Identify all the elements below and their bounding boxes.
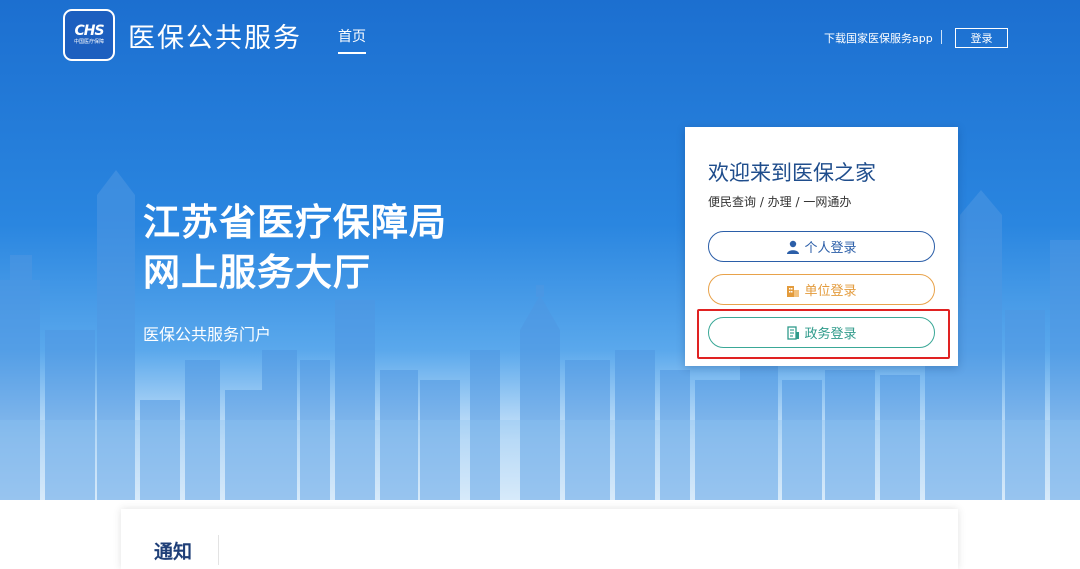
- hero-title-line2: 网上服务大厅: [143, 251, 371, 294]
- user-icon: [786, 240, 800, 254]
- logo-subtext: 中国医疗保障: [73, 39, 104, 45]
- header-divider: [941, 30, 942, 44]
- top-header: CHS 中国医疗保障 医保公共服务 首页 下载国家医保服务app 登录: [0, 0, 1080, 70]
- login-card-subtitle: 便民查询 / 办理 / 一网通办: [708, 195, 852, 209]
- site-title[interactable]: 医保公共服务: [128, 16, 302, 55]
- nav-home[interactable]: 首页: [338, 26, 366, 54]
- login-card-title: 欢迎来到医保之家: [708, 161, 876, 185]
- personal-login-button[interactable]: 个人登录: [708, 231, 935, 262]
- notice-divider: [218, 535, 219, 565]
- chs-logo[interactable]: CHS 中国医疗保障: [63, 9, 115, 61]
- unit-login-label: 单位登录: [804, 284, 857, 299]
- unit-login-button[interactable]: 单位登录: [708, 274, 935, 305]
- notice-panel: 通知: [121, 509, 958, 569]
- personal-login-label: 个人登录: [804, 241, 857, 256]
- notice-title: 通知: [154, 541, 193, 563]
- header-login-button[interactable]: 登录: [955, 28, 1008, 48]
- logo-text: CHS: [74, 23, 104, 39]
- download-app-link[interactable]: 下载国家医保服务app: [824, 30, 933, 46]
- hero-title: 江苏省医疗保障局 网上服务大厅: [143, 198, 447, 298]
- building-icon: [786, 283, 800, 297]
- hero-subtitle: 医保公共服务门户: [143, 325, 272, 344]
- highlight-annotation-box: [697, 309, 950, 359]
- hero-title-line1: 江苏省医疗保障局: [143, 201, 447, 244]
